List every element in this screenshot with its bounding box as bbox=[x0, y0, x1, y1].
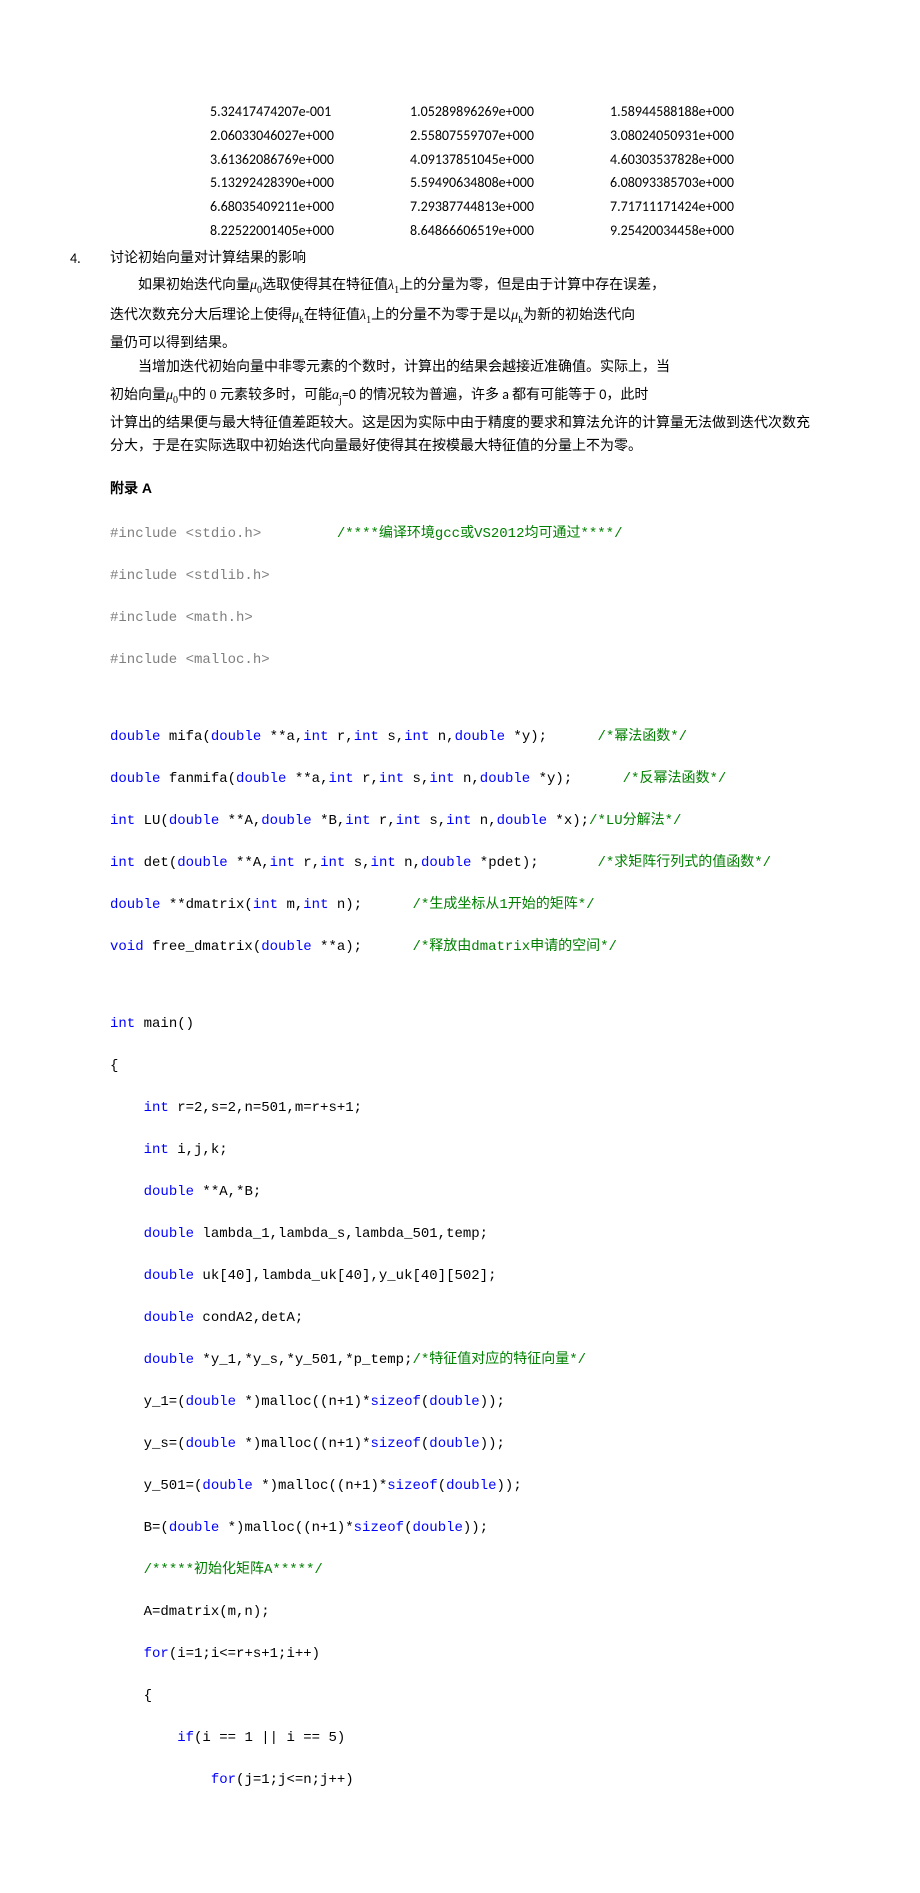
paragraph: 如果初始迭代向量μ0选取使得其在特征值λ1上的分量为零，但是由于计算中存在误差， bbox=[110, 271, 810, 302]
paragraph: 量仍可以得到结果。 bbox=[110, 332, 810, 356]
section-4-heading: 4. 讨论初始向量对计算结果的影响 bbox=[70, 247, 810, 271]
table-row: 5.32417474207e-0011.05289896269e+0001.58… bbox=[210, 100, 810, 124]
table-row: 5.13292428390e+0005.59490634808e+0006.08… bbox=[210, 171, 810, 195]
table-row: 3.61362086769e+0004.09137851045e+0004.60… bbox=[210, 148, 810, 172]
table-row: 2.06033046027e+0002.55807559707e+0003.08… bbox=[210, 124, 810, 148]
section-number: 4. bbox=[70, 247, 110, 271]
numeric-table: 5.32417474207e-0011.05289896269e+0001.58… bbox=[210, 100, 810, 243]
paragraph: 迭代次数充分大后理论上使得μk在特征值λ1上的分量不为零于是以μk为新的初始迭代… bbox=[110, 301, 810, 332]
paragraph: 当增加迭代初始向量中非零元素的个数时，计算出的结果会越接近准确值。实际上，当 bbox=[110, 356, 810, 380]
paragraph: 计算出的结果便与最大特征值差距较大。这是因为实际中由于精度的要求和算法允许的计算… bbox=[110, 412, 810, 460]
code-block: #include <stdio.h> /****编译环境gcc或VS2012均可… bbox=[110, 503, 810, 1833]
table-row: 6.68035409211e+0007.29387744813e+0007.71… bbox=[210, 195, 810, 219]
section-title: 讨论初始向量对计算结果的影响 bbox=[110, 247, 306, 271]
table-row: 8.22522001405e+0008.64866606519e+0009.25… bbox=[210, 219, 810, 243]
appendix-heading: 附录 A bbox=[110, 477, 810, 501]
paragraph: 初始向量μ0中的 0 元素较多时，可能aj=0 的情况较为普遍，许多 a 都有可… bbox=[110, 380, 810, 412]
